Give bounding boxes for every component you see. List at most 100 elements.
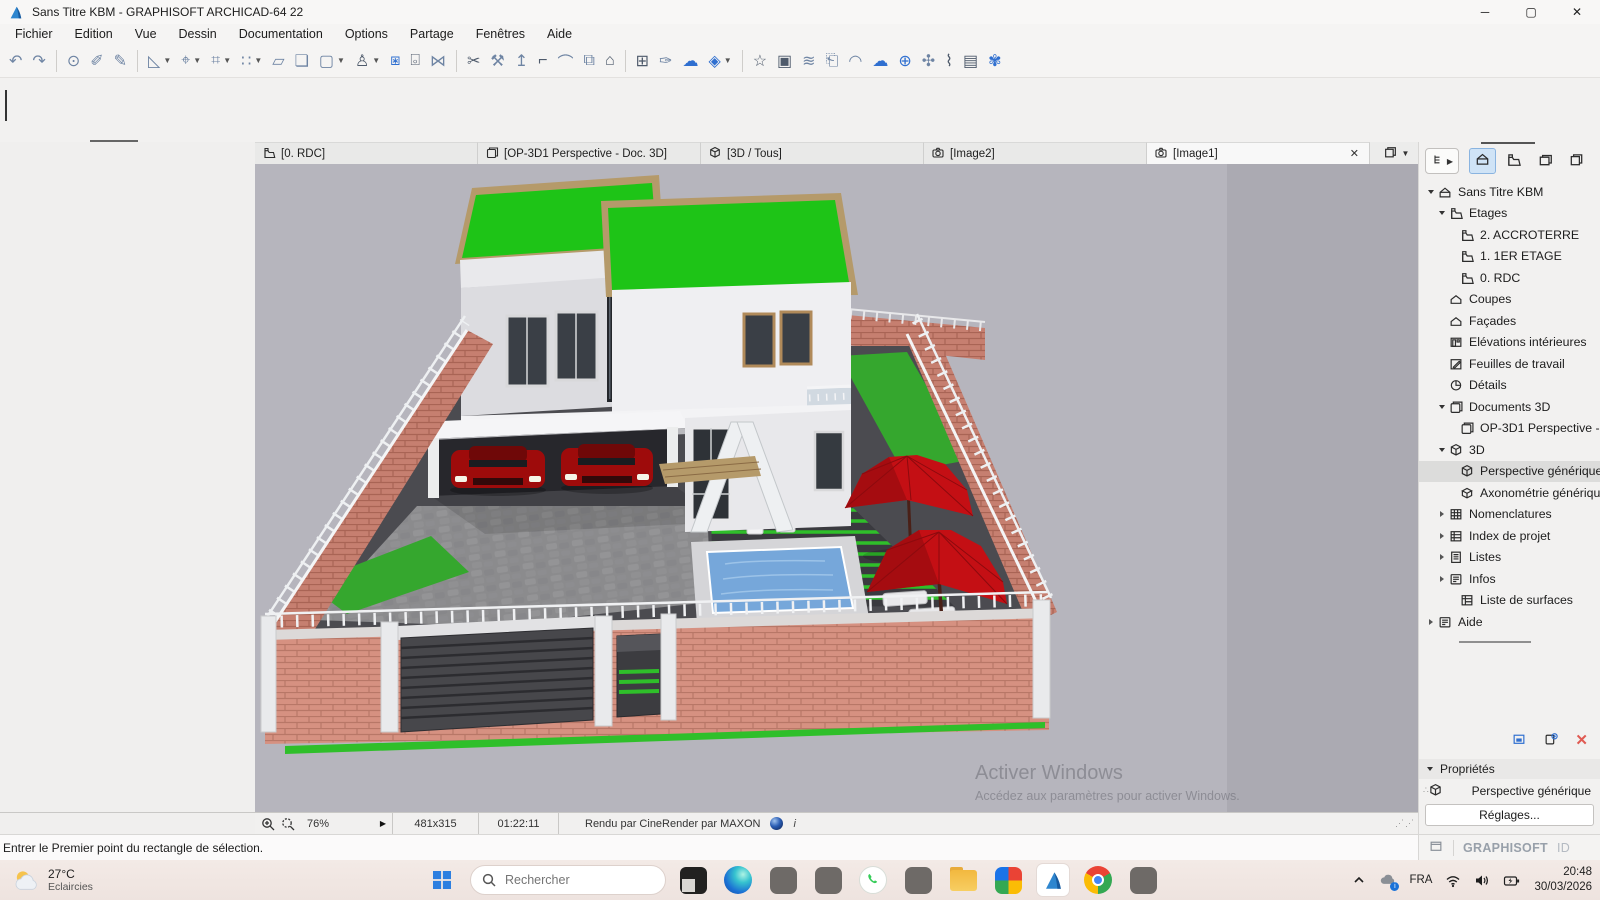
tree-item-etages[interactable]: Etages bbox=[1419, 203, 1600, 225]
chevron-right-icon[interactable] bbox=[1435, 504, 1448, 526]
tree-item-3d[interactable]: 3D bbox=[1419, 439, 1600, 461]
chevron-down-icon[interactable] bbox=[1435, 396, 1448, 418]
taskbar-app-generic-4[interactable] bbox=[1127, 864, 1159, 896]
tree-item-aide[interactable]: Aide bbox=[1419, 611, 1600, 633]
chevron-right-icon[interactable] bbox=[1435, 547, 1448, 569]
minimize-button[interactable]: ─ bbox=[1462, 0, 1508, 24]
menu-fichier[interactable]: Fichier bbox=[4, 25, 64, 43]
menu-dessin[interactable]: Dessin bbox=[168, 25, 228, 43]
profile-manager-icon[interactable]: ▤ bbox=[958, 48, 983, 74]
properties-header[interactable]: Propriétés bbox=[1419, 759, 1600, 779]
graphisoft-id-bar[interactable]: GRAPHISOFT ID bbox=[1419, 834, 1600, 860]
chevron-right-icon[interactable] bbox=[1424, 611, 1437, 633]
tree-item-axonom-trie-g-n-riqu[interactable]: Axonométrie génériqu bbox=[1419, 482, 1600, 504]
undo-icon[interactable]: ↶ bbox=[4, 48, 27, 74]
pick-parameters-icon[interactable]: ⊙ bbox=[62, 48, 85, 74]
navigator-toggle-button[interactable]: ▼ bbox=[1374, 142, 1418, 164]
orientation-icon[interactable]: ◈▼ bbox=[703, 48, 736, 74]
graphic-override-icon[interactable]: ✾ bbox=[983, 48, 1006, 74]
maximize-button[interactable]: ▢ bbox=[1508, 0, 1554, 24]
dropdown-arrow-icon[interactable]: ▼ bbox=[337, 56, 345, 65]
chevron-down-icon[interactable] bbox=[1424, 181, 1437, 203]
virtual-trace-icon[interactable]: ❏ bbox=[290, 48, 314, 74]
inject-pen-icon[interactable]: ✎ bbox=[109, 48, 132, 74]
tree-item-sans-titre-kbm[interactable]: Sans Titre KBM bbox=[1419, 181, 1600, 203]
volume-icon[interactable] bbox=[1474, 873, 1490, 888]
start-button[interactable] bbox=[425, 863, 459, 897]
tree-item-nomenclatures[interactable]: Nomenclatures bbox=[1419, 504, 1600, 526]
viewport[interactable]: Activer Windows Accédez aux paramètres p… bbox=[0, 164, 1418, 812]
dropdown-arrow-icon[interactable]: ▼ bbox=[372, 56, 380, 65]
zoom-menu-arrow-icon[interactable]: ▶ bbox=[380, 819, 386, 828]
tree-item-liste-de-surfaces[interactable]: Liste de surfaces bbox=[1419, 590, 1600, 612]
taskbar-app-edge[interactable] bbox=[722, 864, 754, 896]
tree-item-perspective-g-n-rique[interactable]: Perspective générique bbox=[1419, 461, 1600, 483]
taskbar-app-dark[interactable] bbox=[677, 864, 709, 896]
transform-box-icon[interactable]: ⧆ bbox=[385, 48, 405, 74]
tree-item-index-de-projet[interactable]: Index de projet bbox=[1419, 525, 1600, 547]
teamwork-receive-icon[interactable]: ⊕ bbox=[893, 48, 916, 74]
menu-vue[interactable]: Vue bbox=[124, 25, 168, 43]
language-indicator[interactable]: FRA bbox=[1409, 874, 1432, 886]
tree-item-0-rdc[interactable]: 0. RDC bbox=[1419, 267, 1600, 289]
onedrive-icon[interactable]: i bbox=[1379, 871, 1396, 889]
inject-parameters-icon[interactable]: ✐ bbox=[85, 48, 108, 74]
taskbar-app-generic-2[interactable] bbox=[812, 864, 844, 896]
navigator-tab-view-map[interactable] bbox=[1500, 148, 1527, 174]
taskbar-app-archicad[interactable] bbox=[1037, 864, 1069, 896]
guide-lines-icon[interactable]: ◺▼ bbox=[143, 48, 176, 74]
tree-item-infos[interactable]: Infos bbox=[1419, 568, 1600, 590]
battery-icon[interactable] bbox=[1503, 873, 1521, 888]
taskbar-app-chrome[interactable] bbox=[1082, 864, 1114, 896]
menu-documentation[interactable]: Documentation bbox=[228, 25, 334, 43]
dropdown-arrow-icon[interactable]: ▼ bbox=[193, 56, 201, 65]
lasso-icon[interactable]: ◠ bbox=[843, 48, 867, 74]
dimensions-icon[interactable]: ⌻ bbox=[405, 48, 425, 74]
tab-3d-tous[interactable]: [3D / Tous] bbox=[701, 142, 924, 164]
snap-guides-icon[interactable]: ⌖▼ bbox=[176, 48, 206, 74]
taskbar-app-explorer[interactable] bbox=[947, 864, 979, 896]
new-view-icon[interactable] bbox=[1543, 732, 1559, 749]
menu-partage[interactable]: Partage bbox=[399, 25, 465, 43]
favorites-icon[interactable]: ☆ bbox=[748, 48, 772, 74]
tab-close-icon[interactable]: ✕ bbox=[1347, 147, 1362, 160]
layers-stack-icon[interactable]: ≋ bbox=[797, 48, 820, 74]
redo-icon[interactable]: ↷ bbox=[27, 48, 50, 74]
tab-op-3d1-perspective-doc-3d[interactable]: [OP-3D1 Perspective - Doc. 3D] bbox=[478, 142, 701, 164]
delete-icon[interactable]: ✕ bbox=[1575, 731, 1588, 749]
figure-tool-icon[interactable]: ♙▼ bbox=[350, 48, 385, 74]
intersect-icon[interactable]: ⌐ bbox=[533, 48, 552, 74]
tree-item-op-3d1-perspective-d[interactable]: OP-3D1 Perspective - D bbox=[1419, 418, 1600, 440]
panel-resize-handle[interactable] bbox=[1481, 142, 1535, 144]
editing-plane-icon[interactable]: ▱ bbox=[267, 48, 289, 74]
coordinates-icon[interactable]: ⌗▼ bbox=[206, 48, 236, 74]
view-properties-icon[interactable] bbox=[1511, 732, 1527, 749]
taskbar-clock[interactable]: 20:48 30/03/2026 bbox=[1534, 865, 1592, 895]
constraints-icon[interactable]: ⋈ bbox=[425, 48, 451, 74]
taskbar-weather-widget[interactable]: 27°C Eclaircies bbox=[0, 867, 93, 894]
tree-item-listes[interactable]: Listes bbox=[1419, 547, 1600, 569]
navigator-tab-publisher[interactable] bbox=[1563, 148, 1590, 174]
marquee-transform-icon[interactable]: ⊞ bbox=[631, 48, 654, 74]
taskbar-app-generic-1[interactable] bbox=[767, 864, 799, 896]
chevron-right-icon[interactable] bbox=[1435, 568, 1448, 590]
tree-item-coupes[interactable]: Coupes bbox=[1419, 289, 1600, 311]
dropdown-arrow-icon[interactable]: ▼ bbox=[163, 56, 171, 65]
image-view-icon[interactable]: ▣ bbox=[772, 48, 797, 74]
revision-icon[interactable]: ⎗ bbox=[821, 48, 844, 74]
zoom-fit-icon[interactable] bbox=[281, 817, 295, 831]
tree-item-1-1er-etage[interactable]: 1. 1ER ETAGE bbox=[1419, 246, 1600, 268]
search-input[interactable] bbox=[505, 873, 645, 887]
dropdown-arrow-icon[interactable]: ▼ bbox=[254, 56, 262, 65]
taskbar-app-generic-3[interactable] bbox=[902, 864, 934, 896]
tree-item-fa-ades[interactable]: Façades bbox=[1419, 310, 1600, 332]
taskbar-app-whatsapp[interactable] bbox=[857, 864, 889, 896]
tab-image2[interactable]: [Image2] bbox=[924, 142, 1147, 164]
settings-button[interactable]: Réglages... bbox=[1425, 804, 1594, 826]
tray-chevron-up-icon[interactable] bbox=[1352, 873, 1366, 887]
cloud-save-icon[interactable]: ☁ bbox=[677, 48, 703, 74]
tab-0-rdc[interactable]: [0. RDC] bbox=[255, 142, 478, 164]
snap-grid-icon[interactable]: ∷▼ bbox=[236, 48, 267, 74]
adjust-icon[interactable]: ⚒ bbox=[485, 48, 509, 74]
elevation-set-icon[interactable]: ⌂ bbox=[600, 48, 620, 74]
